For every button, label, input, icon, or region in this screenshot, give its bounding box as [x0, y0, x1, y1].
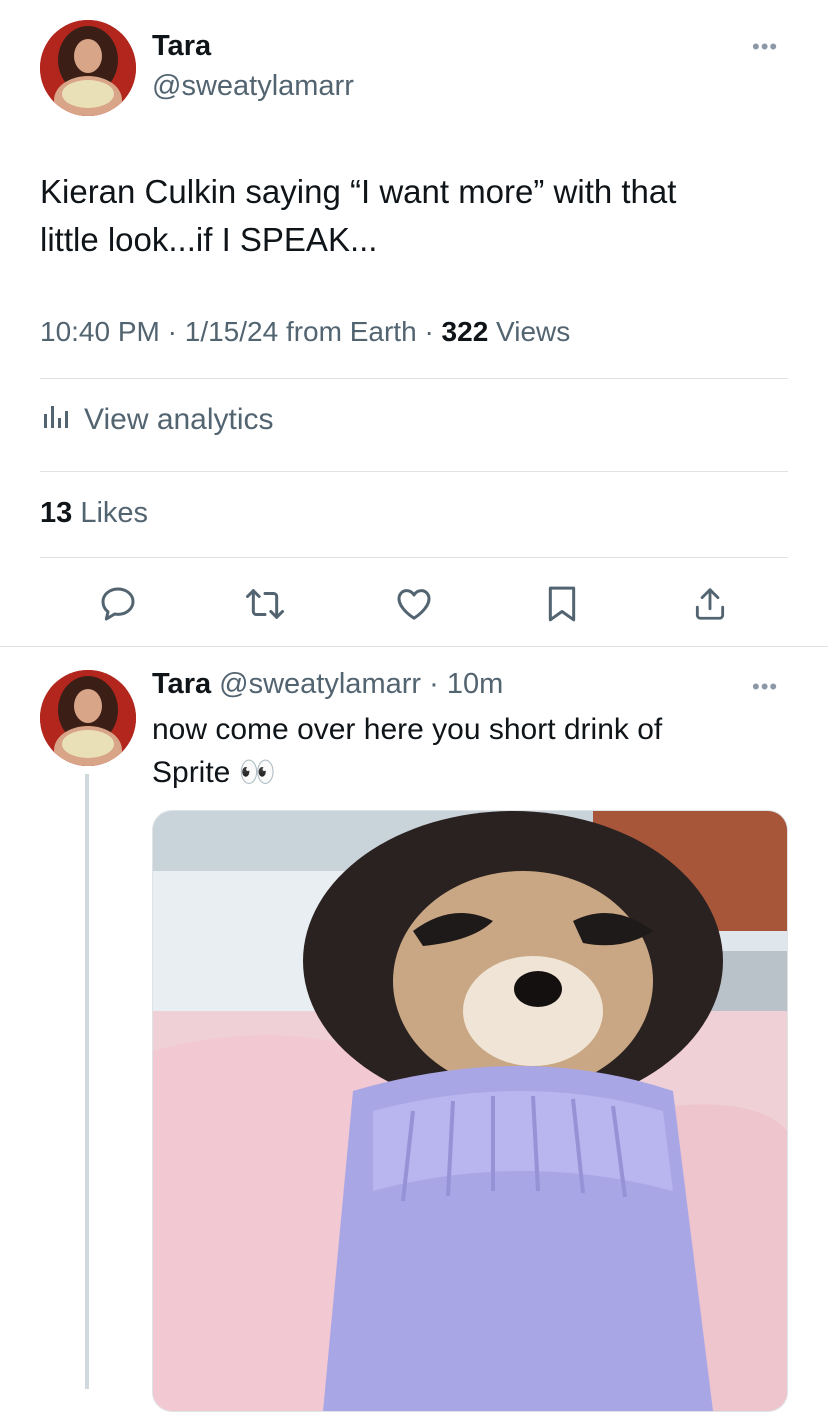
tweet-text-line: Kieran Culkin saying “I want more” with …	[40, 173, 677, 210]
reply-more-options-icon[interactable]: •••	[752, 674, 778, 700]
tweet-date[interactable]: 1/15/24	[185, 316, 278, 347]
reply-author-handle[interactable]: @sweatylamarr	[219, 668, 421, 700]
section-divider	[0, 646, 828, 647]
like-icon[interactable]	[390, 580, 438, 628]
reply-text-line: Sprite	[152, 756, 231, 789]
reply-text-line: now come over here you short drink of	[152, 713, 663, 746]
author-handle[interactable]: @sweatylamarr	[152, 70, 354, 103]
analytics-label: View analytics	[84, 403, 274, 436]
divider	[40, 471, 788, 472]
reply-author-name[interactable]: Tara	[152, 668, 211, 700]
views-count: 322	[441, 316, 489, 347]
analytics-icon	[42, 402, 70, 438]
more-options-icon[interactable]: •••	[752, 34, 778, 60]
tweet-text-line: little look...if I SPEAK...	[40, 221, 378, 258]
author-avatar[interactable]	[40, 20, 136, 116]
view-analytics-button[interactable]: View analytics	[42, 402, 274, 438]
tweet-source: from Earth	[285, 316, 417, 347]
likes-summary[interactable]: 13 Likes	[40, 497, 148, 530]
likes-label: Likes	[80, 497, 149, 529]
tweet-meta: 10:40 PM · 1/15/24 from Earth · 322 View…	[40, 316, 571, 347]
retweet-icon[interactable]	[241, 580, 289, 628]
share-icon[interactable]	[686, 580, 734, 628]
author-name[interactable]: Tara	[152, 30, 211, 63]
tweet-text: Kieran Culkin saying “I want more” with …	[40, 168, 800, 264]
bookmark-icon[interactable]	[538, 580, 586, 628]
reply-header: Tara @sweatylamarr · 10m	[152, 668, 504, 700]
divider	[40, 557, 788, 558]
likes-count: 13	[40, 497, 73, 529]
reply-icon[interactable]	[94, 580, 142, 628]
views-label: Views	[496, 316, 571, 347]
tweet-media-image[interactable]	[152, 810, 788, 1412]
eyes-emoji: 👀	[238, 756, 277, 789]
reply-author-avatar[interactable]	[40, 670, 136, 766]
divider	[40, 378, 788, 379]
tweet-time[interactable]: 10:40 PM	[40, 316, 160, 347]
reply-text: now come over here you short drink of Sp…	[152, 708, 792, 794]
thread-line	[85, 774, 89, 1389]
reply-time[interactable]: 10m	[447, 668, 503, 700]
